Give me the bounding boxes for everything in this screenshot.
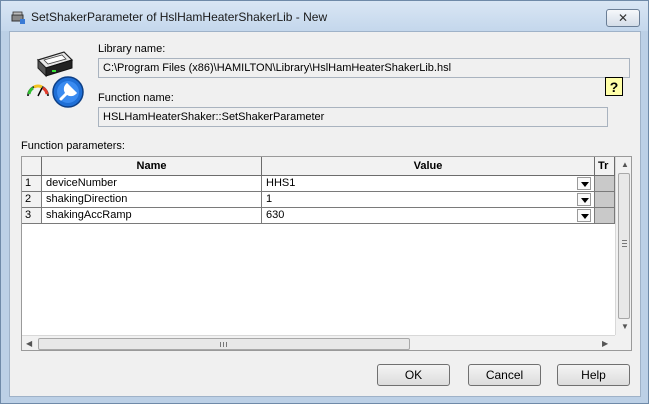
help-icon-glyph: ?	[610, 79, 619, 95]
tr-cell[interactable]	[595, 192, 615, 208]
param-value-cell[interactable]: 1	[262, 192, 595, 208]
shaker-device-icon	[36, 51, 74, 78]
function-parameters-label: Function parameters:	[21, 140, 125, 152]
row-number: 3	[22, 208, 42, 224]
dropdown-arrow-icon[interactable]	[577, 177, 591, 190]
param-value-text: 630	[266, 209, 285, 221]
param-name-cell[interactable]: shakingAccRamp	[42, 208, 262, 224]
horizontal-scroll-thumb[interactable]	[38, 338, 410, 350]
tr-cell[interactable]	[595, 176, 615, 192]
param-value-cell[interactable]: HHS1	[262, 176, 595, 192]
scroll-corner	[615, 335, 631, 350]
help-icon-button[interactable]: ?	[605, 77, 623, 96]
column-header-tr[interactable]: Tr	[595, 157, 615, 176]
param-value-text: HHS1	[266, 177, 296, 189]
function-name-label: Function name:	[98, 92, 174, 104]
param-value-cell[interactable]: 630	[262, 208, 595, 224]
column-header-value[interactable]: Value	[262, 157, 595, 176]
app-icon	[11, 11, 25, 24]
library-name-label: Library name:	[98, 43, 166, 55]
cancel-button[interactable]: Cancel	[468, 364, 541, 386]
function-name-field[interactable]: HSLHamHeaterShaker::SetShakerParameter	[98, 107, 608, 127]
column-header-name[interactable]: Name	[42, 157, 262, 176]
horizontal-scrollbar[interactable]: ◀ ▶	[22, 335, 615, 350]
tr-cell[interactable]	[595, 208, 615, 224]
scroll-right-icon[interactable]: ▶	[602, 339, 608, 349]
dialog-window: SetShakerParameter of HslHamHeaterShaker…	[0, 0, 649, 404]
help-icon: ?	[610, 79, 619, 95]
parameters-grid: Name Value Tr 1 deviceNumber HHS1 2 shak…	[21, 156, 632, 351]
gauge-icon	[27, 84, 49, 97]
close-icon: ✕	[617, 11, 629, 25]
grid-corner-header	[22, 157, 42, 176]
row-number: 2	[22, 192, 42, 208]
help-button[interactable]: Help	[557, 364, 630, 386]
row-number: 1	[22, 176, 42, 192]
wrench-icon	[52, 76, 84, 108]
param-name-cell[interactable]: shakingDirection	[42, 192, 262, 208]
dialog-body: Library name: C:\Program Files (x86)\HAM…	[9, 31, 641, 397]
library-name-field[interactable]: C:\Program Files (x86)\HAMILTON\Library\…	[98, 58, 630, 78]
param-name-cell[interactable]: deviceNumber	[42, 176, 262, 192]
dropdown-arrow-icon[interactable]	[577, 193, 591, 206]
scroll-up-icon[interactable]: ▲	[621, 160, 629, 170]
title-bar[interactable]: SetShakerParameter of HslHamHeaterShaker…	[1, 1, 648, 31]
ok-button[interactable]: OK	[377, 364, 450, 386]
dropdown-arrow-icon[interactable]	[577, 209, 591, 222]
vertical-scrollbar[interactable]: ▲ ▼	[615, 157, 631, 335]
close-button[interactable]: ✕	[606, 9, 640, 27]
window-title: SetShakerParameter of HslHamHeaterShaker…	[31, 10, 328, 24]
vertical-scroll-thumb[interactable]	[618, 173, 630, 319]
scroll-down-icon[interactable]: ▼	[621, 322, 629, 332]
param-value-text: 1	[266, 193, 273, 205]
scroll-left-icon[interactable]: ◀	[26, 339, 32, 349]
